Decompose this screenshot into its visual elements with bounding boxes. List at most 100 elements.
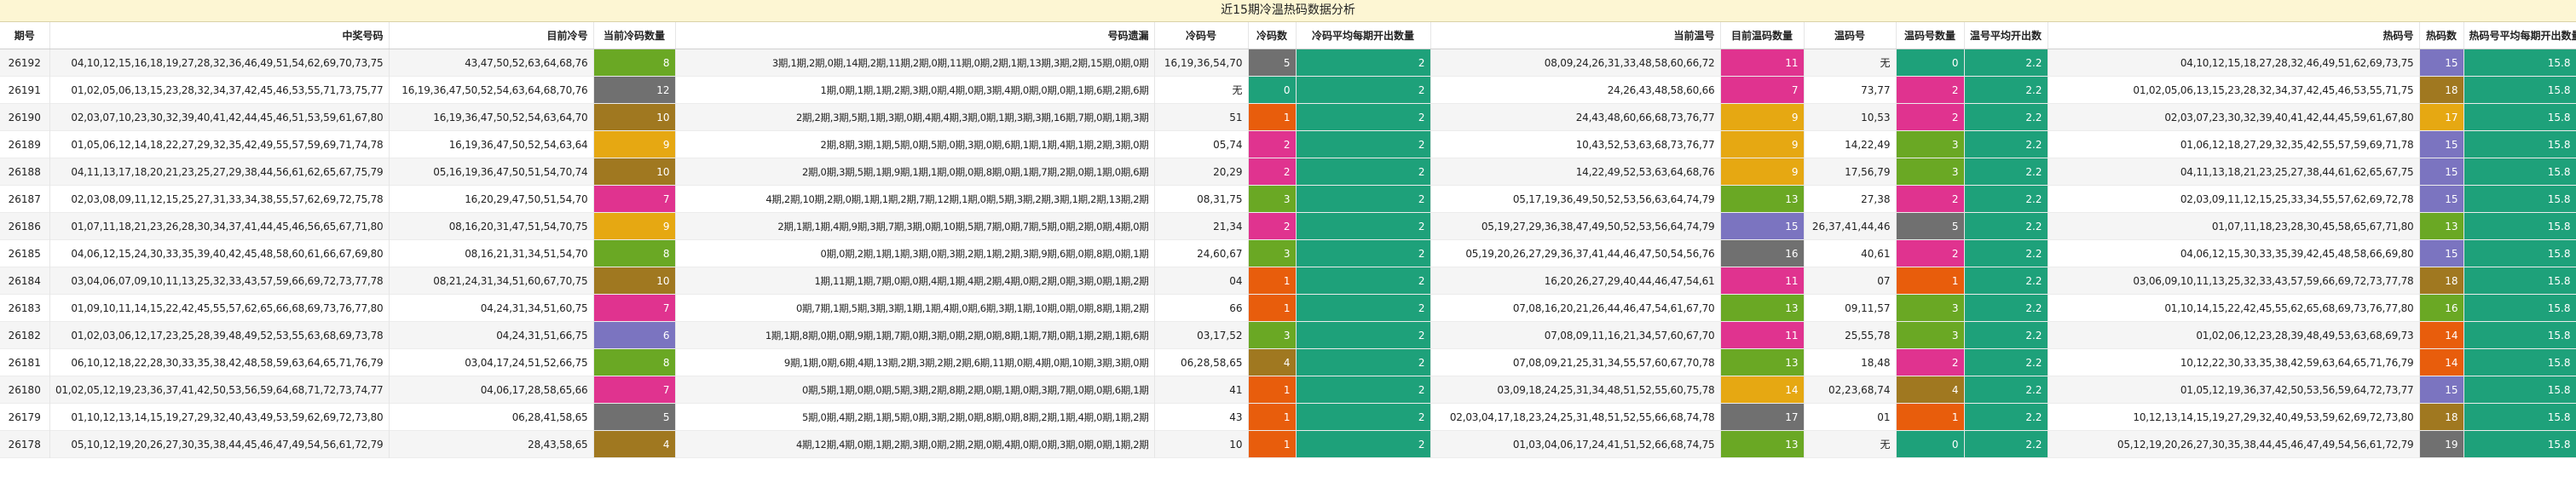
hot-avg-cell: 15.8 xyxy=(2463,239,2576,267)
header-warm-hit[interactable]: 温码号 xyxy=(1804,22,1897,49)
winning-numbers-cell: 02,03,07,10,23,30,32,39,40,41,42,44,45,4… xyxy=(49,103,390,131)
table-row[interactable]: 26184 03,04,06,07,09,10,11,13,25,32,33,43… xyxy=(0,267,2576,295)
hot-numbers-cell: 01,10,14,15,22,42,45,55,62,65,68,69,73,7… xyxy=(2048,294,2420,322)
warm-hit-count-cell: 3 xyxy=(1896,158,1965,186)
warm-hit-count-cell: 5 xyxy=(1896,212,1965,240)
warm-hit-count-cell: 3 xyxy=(1896,130,1965,158)
header-cold-count[interactable]: 当前冷码数量 xyxy=(593,22,676,49)
miss-cell: 4期,12期,4期,0期,1期,2期,3期,0期,2期,2期,0期,4期,0期,… xyxy=(675,430,1155,458)
header-cold-hit[interactable]: 冷码号 xyxy=(1154,22,1249,49)
issue-cell: 26187 xyxy=(0,185,50,213)
cold-avg-cell: 2 xyxy=(1296,267,1431,295)
header-issue[interactable]: 期号 xyxy=(0,22,50,49)
cold-avg-cell: 2 xyxy=(1296,158,1431,186)
header-cold-avg[interactable]: 冷码平均每期开出数量 xyxy=(1296,22,1431,49)
warm-avg-cell: 2.2 xyxy=(1964,376,2048,404)
header-miss[interactable]: 号码遗漏 xyxy=(675,22,1155,49)
warm-hit-cell: 无 xyxy=(1804,49,1897,77)
warm-count-cell: 16 xyxy=(1720,239,1805,267)
cold-hit-count-cell: 0 xyxy=(1248,76,1297,104)
cold-avg-cell: 2 xyxy=(1296,430,1431,458)
warm-avg-cell: 2.2 xyxy=(1964,348,2048,376)
header-warm-avg[interactable]: 温号平均开出数 xyxy=(1964,22,2048,49)
cold-hit-cell: 08,31,75 xyxy=(1154,185,1249,213)
cold-avg-cell: 2 xyxy=(1296,348,1431,376)
cold-avg-cell: 2 xyxy=(1296,294,1431,322)
hot-numbers-cell: 04,06,12,15,30,33,35,39,42,45,48,58,66,6… xyxy=(2048,239,2420,267)
warm-count-cell: 13 xyxy=(1720,348,1805,376)
hot-count-cell: 15 xyxy=(2419,158,2464,186)
winning-numbers-cell: 01,09,10,11,14,15,22,42,45,55,57,62,65,6… xyxy=(49,294,390,322)
table-row[interactable]: 26188 04,11,13,17,18,20,21,23,25,27,29,38… xyxy=(0,158,2576,186)
table-row[interactable]: 26186 01,07,11,18,21,23,26,28,30,34,37,41… xyxy=(0,212,2576,240)
table-row[interactable]: 26185 04,06,12,15,24,30,33,35,39,40,42,45… xyxy=(0,239,2576,267)
hot-avg-cell: 15.8 xyxy=(2463,185,2576,213)
header-hot-count[interactable]: 热码数 xyxy=(2419,22,2464,49)
cold-count-cell: 9 xyxy=(593,212,676,240)
header-warm-count[interactable]: 目前温码数量 xyxy=(1720,22,1805,49)
warm-avg-cell: 2.2 xyxy=(1964,158,2048,186)
cold-numbers-cell: 08,16,21,31,34,51,54,70 xyxy=(389,239,594,267)
winning-numbers-cell: 01,02,05,06,13,15,23,28,32,34,37,42,45,4… xyxy=(49,76,390,104)
issue-cell: 26183 xyxy=(0,294,50,322)
table-row[interactable]: 26187 02,03,08,09,11,12,15,25,27,31,33,34… xyxy=(0,185,2576,213)
cold-hit-cell: 24,60,67 xyxy=(1154,239,1249,267)
table-row[interactable]: 26192 04,10,12,15,16,18,19,27,28,32,36,46… xyxy=(0,49,2576,77)
table-row[interactable]: 26189 01,05,06,12,14,18,22,27,29,32,35,42… xyxy=(0,130,2576,158)
hot-numbers-cell: 01,02,05,06,13,15,23,28,32,34,37,42,45,4… xyxy=(2048,76,2420,104)
table-row[interactable]: 26191 01,02,05,06,13,15,23,28,32,34,37,42… xyxy=(0,76,2576,104)
cold-numbers-cell: 08,16,20,31,47,51,54,70,75 xyxy=(389,212,594,240)
table-row[interactable]: 26179 01,10,12,13,14,15,19,27,29,32,40,43… xyxy=(0,403,2576,431)
header-warm-numbers[interactable]: 当前温号 xyxy=(1430,22,1721,49)
cold-count-cell: 7 xyxy=(593,294,676,322)
hot-count-cell: 17 xyxy=(2419,103,2464,131)
warm-hit-count-cell: 3 xyxy=(1896,321,1965,349)
table-row[interactable]: 26180 01,02,05,12,19,23,36,37,41,42,50,53… xyxy=(0,376,2576,404)
warm-hit-count-cell: 2 xyxy=(1896,348,1965,376)
table-row[interactable]: 26181 06,10,12,18,22,28,30,33,35,38,42,48… xyxy=(0,348,2576,376)
header-cold-numbers[interactable]: 目前冷号 xyxy=(389,22,594,49)
winning-numbers-cell: 01,07,11,18,21,23,26,28,30,34,37,41,44,4… xyxy=(49,212,390,240)
hot-numbers-cell: 01,02,06,12,23,28,39,48,49,53,63,68,69,7… xyxy=(2048,321,2420,349)
header-warm-hit-count[interactable]: 温码号数量 xyxy=(1896,22,1965,49)
warm-hit-cell: 40,61 xyxy=(1804,239,1897,267)
table-row[interactable]: 26178 05,10,12,19,20,26,27,30,35,38,44,45… xyxy=(0,430,2576,458)
hot-count-cell: 15 xyxy=(2419,185,2464,213)
issue-cell: 26191 xyxy=(0,76,50,104)
warm-avg-cell: 2.2 xyxy=(1964,403,2048,431)
cold-avg-cell: 2 xyxy=(1296,239,1431,267)
issue-cell: 26182 xyxy=(0,321,50,349)
issue-cell: 26188 xyxy=(0,158,50,186)
cold-hit-cell: 10 xyxy=(1154,430,1249,458)
cold-avg-cell: 2 xyxy=(1296,403,1431,431)
cold-hit-count-cell: 1 xyxy=(1248,376,1297,404)
cold-numbers-cell: 05,16,19,36,47,50,51,54,70,74 xyxy=(389,158,594,186)
cold-count-cell: 8 xyxy=(593,239,676,267)
header-winning-numbers[interactable]: 中奖号码 xyxy=(49,22,390,49)
cold-avg-cell: 2 xyxy=(1296,76,1431,104)
table-row[interactable]: 26182 01,02,03,06,12,17,23,25,28,39,48,49… xyxy=(0,321,2576,349)
warm-avg-cell: 2.2 xyxy=(1964,212,2048,240)
warm-hit-count-cell: 1 xyxy=(1896,267,1965,295)
cold-count-cell: 7 xyxy=(593,185,676,213)
warm-avg-cell: 2.2 xyxy=(1964,267,2048,295)
issue-cell: 26189 xyxy=(0,130,50,158)
warm-hit-cell: 01 xyxy=(1804,403,1897,431)
header-cold-hit-count[interactable]: 冷码数 xyxy=(1248,22,1297,49)
hot-count-cell: 14 xyxy=(2419,348,2464,376)
hot-count-cell: 18 xyxy=(2419,76,2464,104)
issue-cell: 26180 xyxy=(0,376,50,404)
table-row[interactable]: 26190 02,03,07,10,23,30,32,39,40,41,42,44… xyxy=(0,103,2576,131)
warm-hit-cell: 14,22,49 xyxy=(1804,130,1897,158)
header-hot-numbers[interactable]: 热码号 xyxy=(2048,22,2420,49)
header-hot-avg[interactable]: 热码号平均每期开出数量 xyxy=(2463,22,2576,49)
cold-numbers-cell: 28,43,58,65 xyxy=(389,430,594,458)
hot-numbers-cell: 10,12,22,30,33,35,38,42,59,63,64,65,71,7… xyxy=(2048,348,2420,376)
cold-hit-count-cell: 3 xyxy=(1248,321,1297,349)
issue-cell: 26190 xyxy=(0,103,50,131)
miss-cell: 1期,0期,1期,1期,2期,3期,0期,4期,0期,3期,4期,0期,0期,0… xyxy=(675,76,1155,104)
winning-numbers-cell: 01,02,05,12,19,23,36,37,41,42,50,53,56,5… xyxy=(49,376,390,404)
cold-hit-cell: 无 xyxy=(1154,76,1249,104)
winning-numbers-cell: 02,03,08,09,11,12,15,25,27,31,33,34,38,5… xyxy=(49,185,390,213)
table-row[interactable]: 26183 01,09,10,11,14,15,22,42,45,55,57,62… xyxy=(0,294,2576,322)
